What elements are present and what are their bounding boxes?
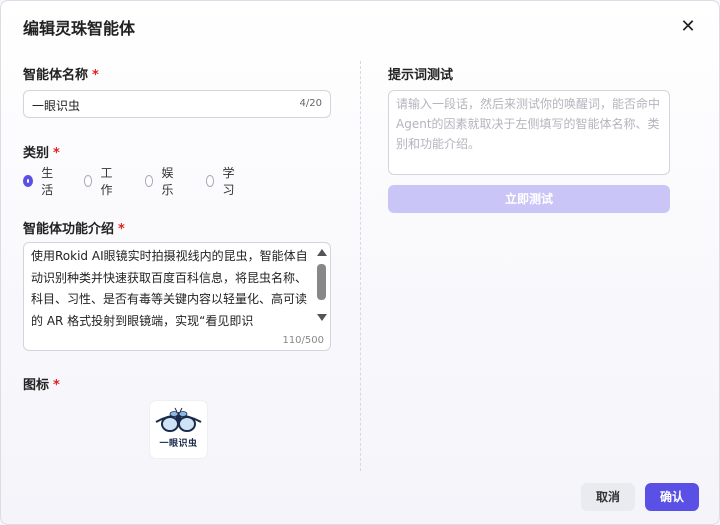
agent-name-value: 一眼识虫 [32, 99, 81, 113]
radio-option-work[interactable]: 工作 [84, 166, 116, 197]
agent-icon-upload[interactable]: 一眼识虫 [150, 401, 207, 458]
agent-name-counter: 4/20 [299, 98, 322, 109]
radio-option-label: 工作 [100, 166, 113, 197]
scroll-up-icon[interactable] [317, 249, 327, 256]
description-counter: 110/500 [282, 335, 324, 346]
radio-checked-icon [23, 175, 34, 187]
bee-glasses-logo-icon [155, 407, 202, 432]
prompt-test-input[interactable]: 请输入一段话，然后来测试你的唤醒词，能否命中Agent的因素就取决于左侧填写的智… [388, 90, 670, 175]
description-textarea[interactable]: 使用Rokid AI眼镜实时拍摄视线内的昆虫，智能体自动识别种类并快速获取百度百… [23, 242, 331, 351]
required-mark: * [53, 378, 60, 393]
required-mark: * [53, 146, 60, 161]
prompt-test-label: 提示词测试 [388, 68, 454, 83]
radio-option-study[interactable]: 学习 [206, 166, 238, 197]
radio-option-entertainment[interactable]: 娱乐 [145, 166, 177, 197]
radio-icon [145, 175, 154, 187]
icon-label-text: 图标 [23, 378, 50, 393]
radio-option-life[interactable]: 生活 [23, 166, 55, 197]
scroll-down-icon[interactable] [317, 314, 327, 321]
edit-agent-dialog: 编辑灵珠智能体 ✕ 智能体名称 * 一眼识虫 4/20 类别 * 生活 工作 娱乐 … [0, 0, 720, 525]
name-label-text: 智能体名称 [23, 68, 89, 83]
logo-text: 一眼识虫 [159, 439, 198, 449]
scrollbar-thumb[interactable] [317, 264, 326, 300]
radio-option-label: 生活 [41, 166, 54, 197]
prompt-test-placeholder: 请输入一段话，然后来测试你的唤醒词，能否命中Agent的因素就取决于左侧填写的智… [396, 97, 661, 151]
agent-name-input[interactable]: 一眼识虫 4/20 [23, 90, 331, 118]
required-mark: * [118, 222, 125, 237]
description-label-text: 智能体功能介绍 [23, 222, 115, 237]
test-now-button[interactable]: 立即测试 [388, 185, 670, 213]
dialog-title: 编辑灵珠智能体 [23, 19, 136, 38]
section-divider [360, 61, 361, 471]
cancel-button[interactable]: 取消 [581, 483, 635, 511]
radio-option-label: 娱乐 [161, 166, 174, 197]
category-label: 类别 * [23, 142, 60, 161]
radio-icon [206, 175, 215, 187]
confirm-button[interactable]: 确认 [645, 483, 699, 511]
close-icon[interactable]: ✕ [679, 18, 697, 36]
description-value: 使用Rokid AI眼镜实时拍摄视线内的昆虫，智能体自动识别种类并快速获取百度百… [31, 249, 308, 328]
radio-option-label: 学习 [222, 166, 235, 197]
icon-label: 图标 * [23, 374, 60, 393]
required-mark: * [92, 68, 99, 83]
category-label-text: 类别 [23, 146, 50, 161]
name-label: 智能体名称 * [23, 64, 99, 83]
description-label: 智能体功能介绍 * [23, 218, 125, 237]
radio-icon [84, 175, 93, 187]
